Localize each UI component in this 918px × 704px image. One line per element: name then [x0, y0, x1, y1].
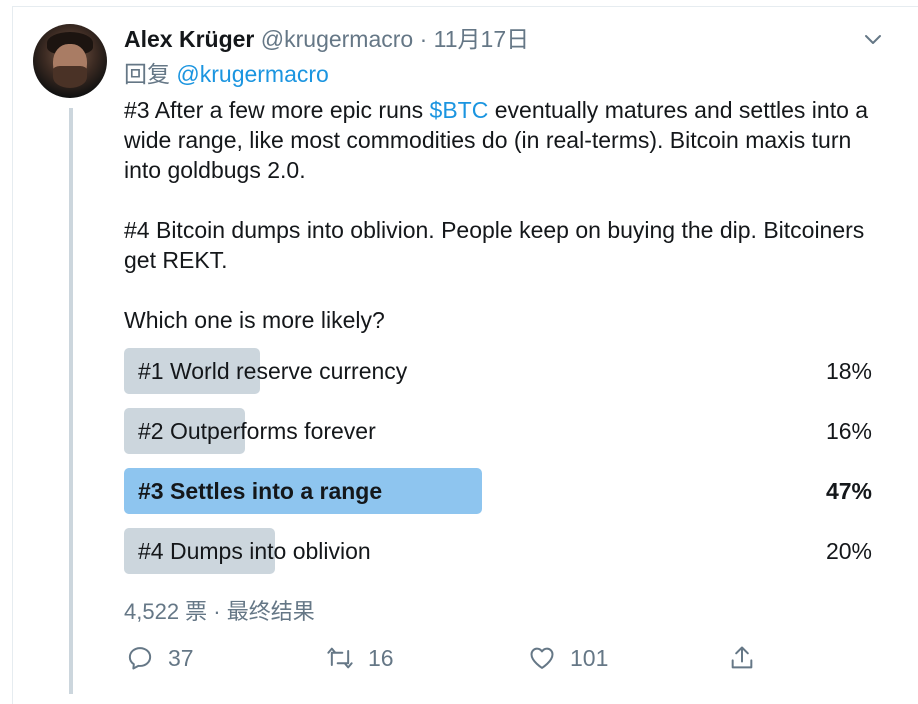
heart-icon — [530, 647, 554, 669]
reply-prefix: 回复 — [124, 61, 170, 87]
chevron-down-icon[interactable] — [862, 28, 884, 50]
poll-option: #2 Outperforms forever 16% — [124, 408, 872, 454]
reply-mention-link[interactable]: @krugermacro — [176, 61, 328, 87]
replying-to: 回复 @krugermacro — [124, 59, 329, 89]
poll-option: #4 Dumps into oblivion 20% — [124, 528, 872, 574]
reply-button[interactable]: 37 — [126, 640, 194, 676]
poll-option-label: #4 Dumps into oblivion — [138, 538, 371, 564]
like-button[interactable]: 101 — [528, 640, 608, 676]
thread-connector-line — [69, 108, 73, 694]
cashtag-link[interactable]: $BTC — [430, 97, 489, 123]
header-separator: · — [419, 26, 428, 52]
reply-count: 37 — [168, 644, 194, 671]
poll-vote-count: 4,522 票 · 最终结果 — [124, 599, 315, 624]
retweet-count: 16 — [368, 644, 394, 671]
poll-option-percent: 18% — [825, 358, 872, 384]
poll-option: #1 World reserve currency 18% — [124, 348, 872, 394]
reply-icon — [128, 647, 152, 670]
tweet-actions: 37 16 101 — [124, 640, 784, 676]
poll-option-percent: 20% — [825, 538, 872, 564]
card-border-top — [12, 6, 918, 7]
poll-option-label: #1 World reserve currency — [138, 358, 408, 384]
poll-question: Which one is more likely? — [124, 307, 385, 333]
share-button[interactable] — [728, 640, 770, 676]
tweet-text: #3 After a few more epic runs $BTC event… — [124, 95, 894, 275]
poll-option-label: #3 Settles into a range — [138, 478, 383, 504]
retweet-button[interactable]: 16 — [326, 640, 394, 676]
poll-option-label: #2 Outperforms forever — [138, 418, 376, 444]
author-name[interactable]: Alex Krüger — [124, 26, 254, 52]
tweet-text-part1: #3 After a few more epic runs — [124, 97, 430, 123]
tweet-date[interactable]: 11月17日 — [434, 26, 529, 52]
tweet-header: Alex Krüger @krugermacro · 11月17日 — [124, 24, 529, 54]
avatar[interactable] — [33, 24, 107, 98]
author-handle[interactable]: @krugermacro — [261, 26, 413, 52]
tweet-text-part2: eventually matures and settles into a wi… — [124, 97, 869, 273]
share-icon — [731, 646, 753, 669]
card-border-left — [12, 6, 13, 704]
retweet-icon — [327, 647, 353, 669]
poll-option-percent: 47% — [825, 478, 872, 504]
poll-option-winner: #3 Settles into a range 47% — [124, 468, 872, 514]
poll-option-percent: 16% — [825, 418, 872, 444]
like-count: 101 — [570, 644, 609, 671]
